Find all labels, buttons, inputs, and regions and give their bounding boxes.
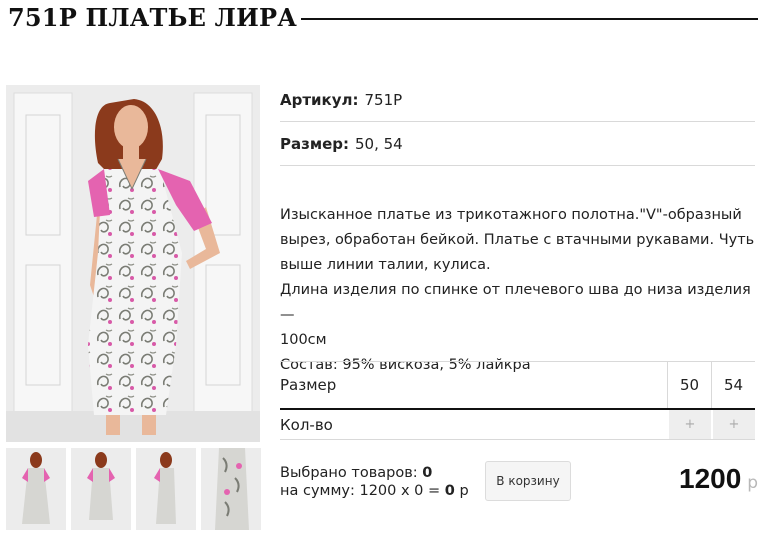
article-label: Артикул: xyxy=(280,90,359,109)
article-value: 751P xyxy=(364,90,403,109)
size-option-54[interactable]: 54 xyxy=(711,362,755,408)
options-table: Размер 50 54 Кол-во + + xyxy=(280,361,755,440)
description-line: Изысканное платье из трикотажного полотн… xyxy=(280,207,742,223)
thumbnail-1[interactable] xyxy=(6,448,66,530)
size-selector-label: Размер xyxy=(280,376,337,394)
product-main-image[interactable] xyxy=(6,85,260,442)
selected-items-line: Выбрано товаров: 0 xyxy=(280,464,469,482)
thumbnail-1-image xyxy=(6,448,66,530)
article-row: Артикул: 751P xyxy=(280,78,755,122)
add-to-cart-button[interactable]: В корзину xyxy=(485,461,571,501)
thumbnail-4-image xyxy=(201,448,261,530)
product-description: Изысканное платье из трикотажного полотн… xyxy=(280,203,755,378)
size-info-label: Размер: xyxy=(280,134,350,153)
size-selector-row: Размер 50 54 xyxy=(280,362,755,410)
quantity-label: Кол-во xyxy=(280,415,333,434)
size-info-row: Размер: 50, 54 xyxy=(280,122,755,166)
thumbnail-strip xyxy=(6,448,261,530)
selected-items-label: Выбрано товаров: xyxy=(280,465,418,481)
price-currency: р xyxy=(747,473,759,493)
description-line: выше линии талии, кулиса. xyxy=(280,257,491,273)
selected-items-count: 0 xyxy=(422,465,433,481)
price-value: 1200 xyxy=(679,463,742,494)
quantity-row: Кол-во + + xyxy=(280,410,755,440)
thumbnail-3[interactable] xyxy=(136,448,196,530)
dress-illustration xyxy=(6,85,260,442)
thumbnail-4[interactable] xyxy=(201,448,261,530)
description-line: вырез, обработан бейкой. Платье с втачны… xyxy=(280,232,755,248)
thumbnail-2[interactable] xyxy=(71,448,131,530)
quantity-plus-button-54[interactable]: + xyxy=(711,410,755,439)
price-block: 1200 р xyxy=(679,463,758,495)
page-title: 751P ПЛАТЬЕ ЛИРА xyxy=(8,2,297,32)
size-option-50[interactable]: 50 xyxy=(667,362,711,408)
product-info: Артикул: 751P Размер: 50, 54 xyxy=(280,78,755,166)
title-divider xyxy=(300,17,758,20)
sum-value: 0 xyxy=(444,483,455,499)
sum-label: на сумму: 1200 х 0 = xyxy=(280,483,441,499)
quantity-plus-button-50[interactable]: + xyxy=(667,410,711,439)
description-line: Длина изделия по спинке от плечевого шва… xyxy=(280,282,751,323)
sum-currency: р xyxy=(459,483,469,499)
order-summary: Выбрано товаров: 0 на сумму: 1200 х 0 = … xyxy=(280,464,469,500)
description-line: 100см xyxy=(280,332,327,348)
title-row: 751P ПЛАТЬЕ ЛИРА xyxy=(8,0,758,34)
size-info-value: 50, 54 xyxy=(355,134,403,153)
thumbnail-2-image xyxy=(71,448,131,530)
sum-line: на сумму: 1200 х 0 = 0 р xyxy=(280,482,469,500)
thumbnail-3-image xyxy=(136,448,196,530)
